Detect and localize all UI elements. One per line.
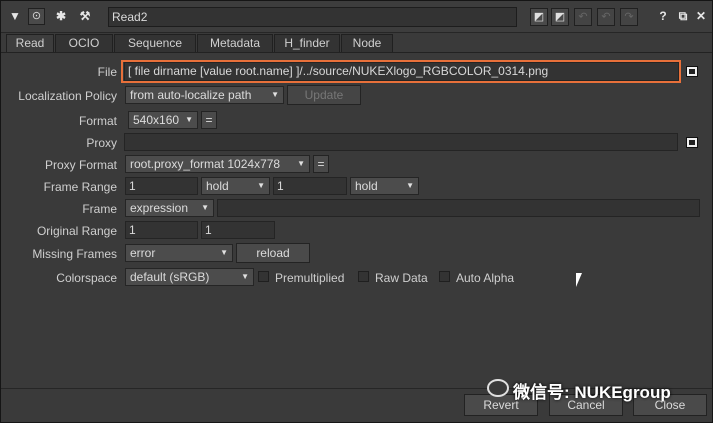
float-icon[interactable]: ⧉ [675,8,691,24]
raw-data-checkbox[interactable] [358,271,369,282]
tab-node[interactable]: Node [341,34,393,52]
missing-frames-label: Missing Frames [32,247,117,261]
tab-ocio[interactable]: OCIO [55,34,113,52]
frame-range-label: Frame Range [43,180,117,194]
help-icon[interactable]: ? [655,8,671,24]
auto-alpha-label: Auto Alpha [456,271,515,285]
frame-label: Frame [82,202,117,216]
file-label: File [97,65,117,79]
premultiplied-label: Premultiplied [275,271,345,285]
mouse-cursor-icon [576,273,582,287]
proxy-format-label: Proxy Format [44,158,117,172]
colorspace-label: Colorspace [56,271,117,285]
premultiplied-checkbox[interactable] [258,271,269,282]
frame-mode-value: expression [130,201,189,215]
chevron-down-icon: ▼ [297,159,305,168]
tab-divider [1,52,712,53]
chevron-down-icon: ▼ [241,272,249,281]
redo-icon[interactable]: ↷ [620,8,638,26]
wrench-icon[interactable]: ⚒ [77,8,93,24]
frame-expression-field[interactable] [217,199,700,217]
before-frame-value: hold [206,179,229,193]
tab-sequence[interactable]: Sequence [114,34,196,52]
undo-icon[interactable]: ↶ [574,8,592,26]
update-button[interactable]: Update [287,85,361,105]
after-frame-dropdown[interactable]: hold ▼ [350,177,419,195]
proxy-path-field[interactable] [124,133,678,151]
proxy-format-value: root.proxy_format 1024x778 [130,157,281,171]
original-range-label: Original Range [36,224,117,238]
bug-icon[interactable]: ✱ [53,8,69,24]
proxy-label: Proxy [86,136,117,150]
chevron-down-icon: ▼ [257,181,265,190]
colorspace-value: default (sRGB) [130,270,210,284]
format-value: 540x160 [133,113,180,127]
panel-toolbar: ▼ ⊙ ✱ ⚒ Read2 ◩ ◩ ↶ ↶ ↷ ? ⧉ ✕ [1,1,712,33]
frame-range-start-field[interactable]: 1 [125,177,198,195]
missing-frames-value: error [130,246,156,260]
chevron-down-icon: ▼ [406,181,414,190]
folder-icon[interactable] [686,137,698,148]
folder-icon[interactable] [686,66,698,77]
node-dot-icon[interactable]: ⊙ [28,8,45,25]
chevron-down-icon: ▼ [201,203,209,212]
file-field-highlight [121,60,681,83]
swatch-icon[interactable]: ◩ [530,8,548,26]
proxy-format-dropdown[interactable]: root.proxy_format 1024x778 ▼ [125,155,310,173]
original-range-start-field[interactable]: 1 [125,221,198,239]
collapse-arrow-icon[interactable]: ▼ [7,8,23,24]
chevron-down-icon: ▼ [271,90,279,99]
chevron-down-icon: ▼ [185,115,193,124]
node-name-field[interactable]: Read2 [108,7,517,27]
swatch-icon[interactable]: ◩ [551,8,569,26]
watermark: 微信号: NUKEgroup [487,378,671,403]
format-edit-button[interactable]: = [201,111,217,129]
tab-h-finder[interactable]: H_finder [274,34,340,52]
before-frame-dropdown[interactable]: hold ▼ [201,177,270,195]
missing-frames-dropdown[interactable]: error ▼ [125,244,233,262]
format-label: Format [78,114,117,128]
watermark-text: 微信号: NUKEgroup [513,383,671,402]
raw-data-label: Raw Data [375,271,428,285]
auto-alpha-checkbox[interactable] [439,271,450,282]
reload-button[interactable]: reload [236,243,310,263]
localization-policy-label: Localization Policy [18,89,117,103]
after-frame-value: hold [355,179,378,193]
chevron-down-icon: ▼ [220,248,228,257]
format-dropdown[interactable]: 540x160 ▼ [128,111,198,129]
frame-range-end-field[interactable]: 1 [273,177,347,195]
wechat-icon [487,379,509,397]
localization-policy-value: from auto-localize path [130,88,252,102]
original-range-end-field[interactable]: 1 [201,221,275,239]
close-icon[interactable]: ✕ [693,8,709,24]
read-node-properties-panel: ▼ ⊙ ✱ ⚒ Read2 ◩ ◩ ↶ ↶ ↷ ? ⧉ ✕ Read OCIO … [0,0,713,423]
undo-icon[interactable]: ↶ [597,8,615,26]
localization-policy-dropdown[interactable]: from auto-localize path ▼ [125,86,284,104]
tab-read[interactable]: Read [6,34,54,53]
tab-metadata[interactable]: Metadata [197,34,273,52]
frame-mode-dropdown[interactable]: expression ▼ [125,199,214,217]
proxy-format-edit-button[interactable]: = [313,155,329,173]
colorspace-dropdown[interactable]: default (sRGB) ▼ [125,268,254,286]
